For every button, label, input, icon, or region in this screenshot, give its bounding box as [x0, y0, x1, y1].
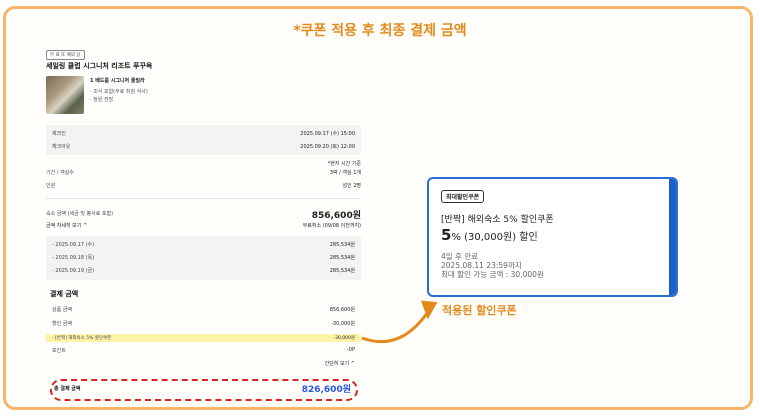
coupon-percent: 5 [441, 226, 452, 244]
coupon-expiry: 4일 후 만료 2025.08.11 23:59까지 최대 할인 가능 금액 :… [441, 252, 544, 279]
coupon-card: 최대할인쿠폰 [반짝] 해외숙소 5% 할인쿠폰 5% (30,000원) 할인… [427, 177, 678, 297]
coupon-discount: 5% (30,000원) 할인 [441, 226, 538, 244]
coupon-title: [반짝] 해외숙소 5% 할인쿠폰 [441, 215, 554, 225]
coupon-expiry-days: 4일 후 만료 [441, 252, 479, 261]
coupon-percent-suffix: % (30,000원) 할인 [451, 232, 538, 243]
coupon-side-bar [669, 179, 676, 295]
applied-coupon-caption: 적용된 할인쿠폰 [442, 304, 517, 317]
coupon-expiry-date: 2025.08.11 23:59까지 [441, 261, 522, 270]
coupon-tag: 최대할인쿠폰 [441, 190, 485, 203]
coupon-max-discount: 최대 할인 가능 금액 : 30,000원 [441, 270, 544, 279]
